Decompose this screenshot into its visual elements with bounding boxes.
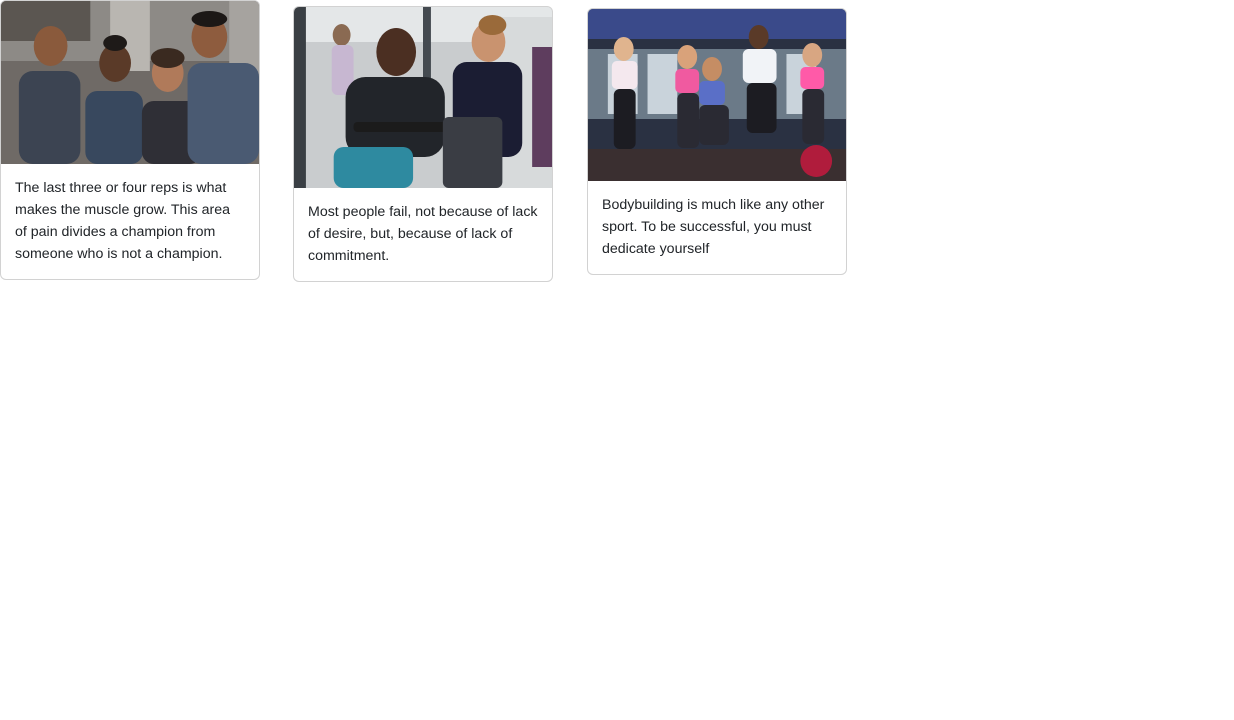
quote-text: Most people fail, not because of lack of… (308, 204, 538, 264)
card-body: The last three or four reps is what make… (1, 164, 259, 279)
quote-card: Bodybuilding is much like any other spor… (587, 8, 847, 275)
card-body: Most people fail, not because of lack of… (294, 188, 552, 281)
quote-text: Bodybuilding is much like any other spor… (602, 197, 825, 257)
card-body: Bodybuilding is much like any other spor… (588, 181, 846, 274)
gym-group-photo (1, 1, 259, 164)
quote-text: The last three or four reps is what make… (15, 180, 231, 262)
quote-card: Most people fail, not because of lack of… (293, 6, 553, 282)
fitness-class-jump-photo (588, 9, 846, 181)
quote-card: The last three or four reps is what make… (0, 0, 260, 280)
rowing-machine-photo (294, 7, 552, 188)
